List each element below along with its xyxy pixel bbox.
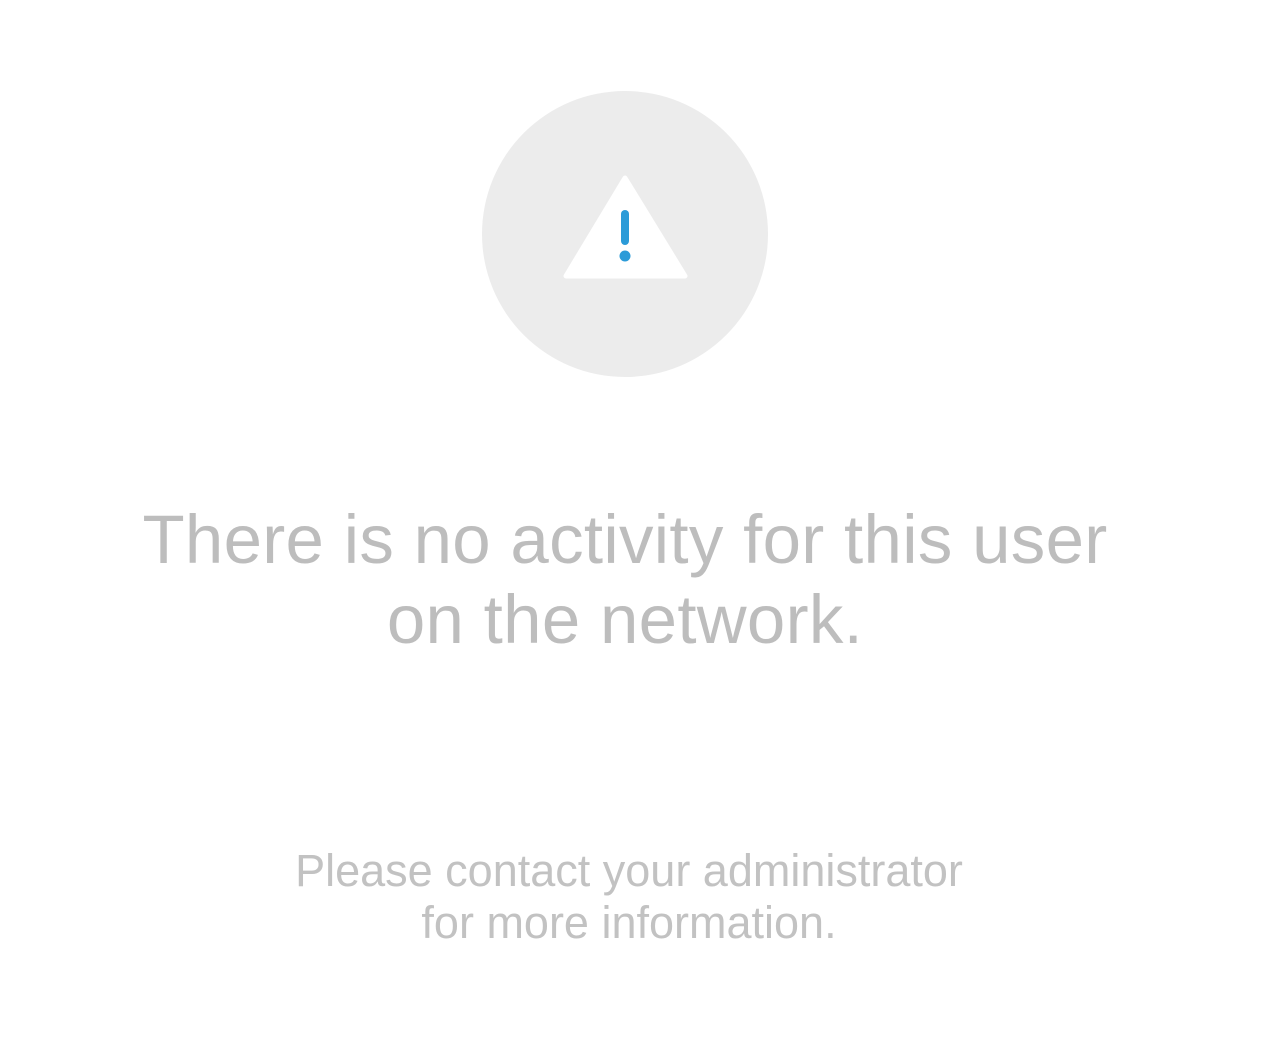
empty-state-panel: There is no activity for this user on th… [0, 0, 1270, 1040]
icon-circle [482, 91, 768, 377]
headline-line: There is no activity for this user [142, 501, 1108, 578]
warning-triangle-icon [563, 175, 688, 279]
empty-state-subtext: Please contact your administrator for mo… [160, 845, 1098, 949]
subtext-line: Please contact your administrator [295, 845, 963, 896]
headline-line: on the network. [386, 581, 864, 658]
subtext-line: for more information. [421, 897, 837, 948]
empty-state-headline: There is no activity for this user on th… [60, 500, 1190, 660]
